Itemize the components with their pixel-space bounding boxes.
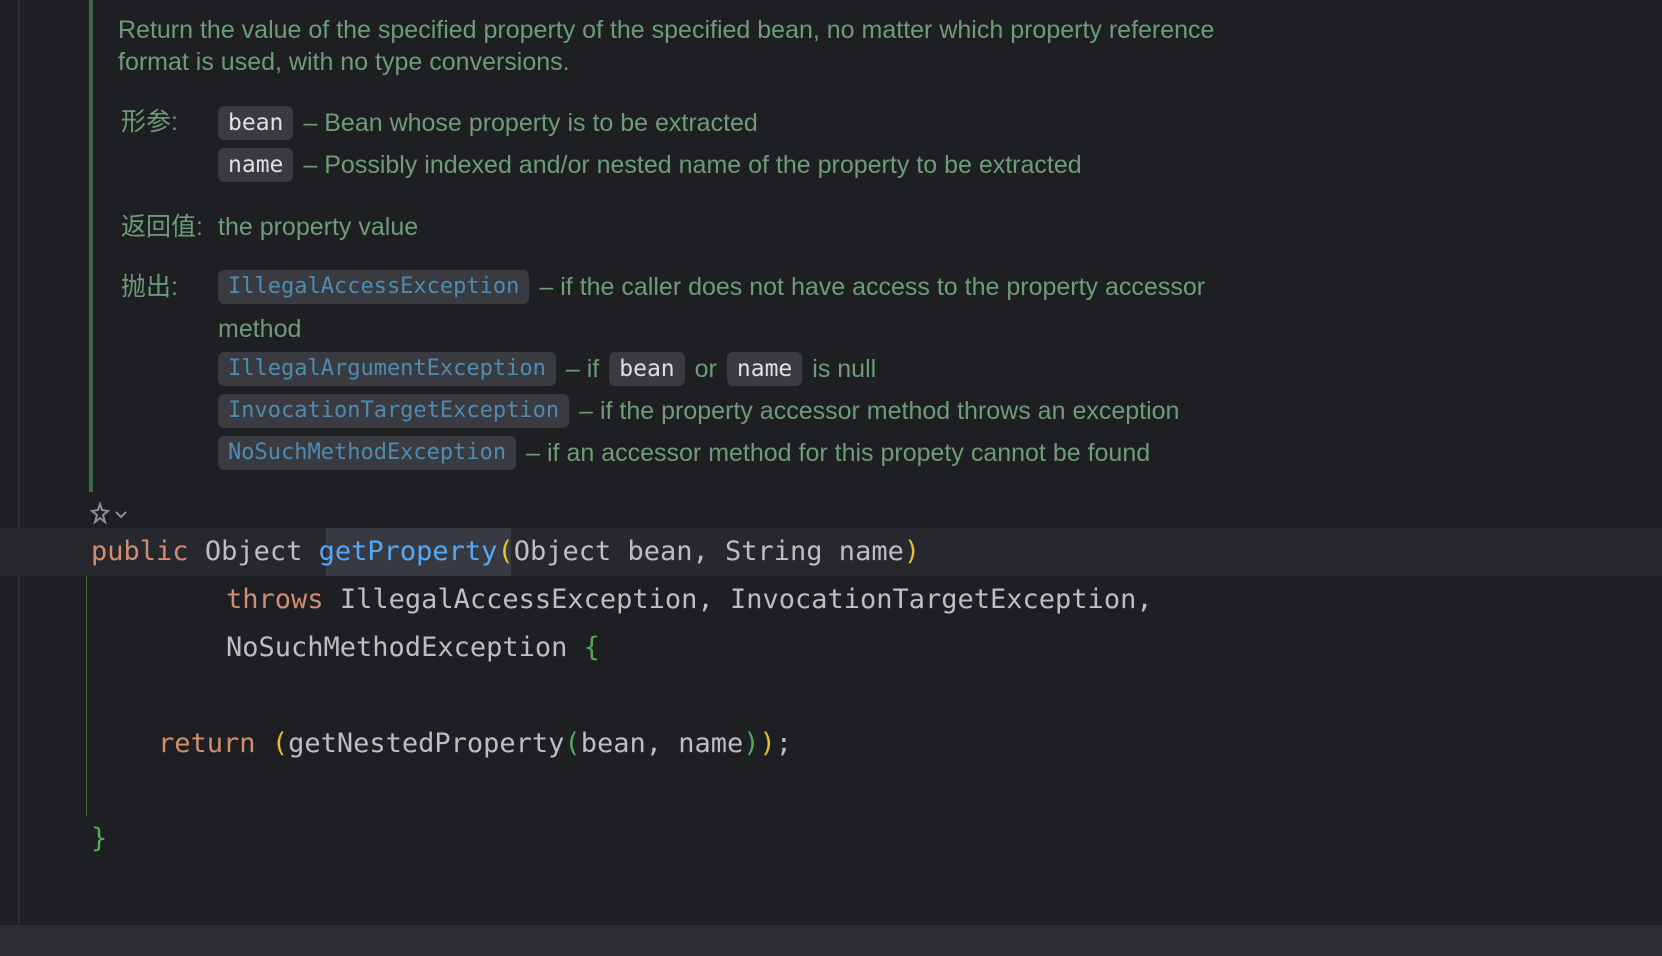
doc-description-line1: Return the value of the specified proper… bbox=[118, 16, 1215, 44]
throws-desc-suffix: is null bbox=[812, 354, 877, 383]
paren: ( bbox=[564, 728, 581, 759]
ai-assistant-icon bbox=[89, 502, 111, 525]
horizontal-scrollbar[interactable] bbox=[0, 925, 1662, 956]
exception-link[interactable]: IllegalAccessException bbox=[218, 270, 530, 304]
throws-row-no-such-method: NoSuchMethodException – if an accessor m… bbox=[218, 434, 1150, 472]
throws-row-illegal-argument: IllegalArgumentException – if bean or na… bbox=[218, 350, 876, 388]
code-line-throws[interactable]: throws IllegalAccessException, Invocatio… bbox=[226, 581, 1153, 619]
throws-desc-continuation: method bbox=[218, 315, 302, 343]
keyword: public bbox=[91, 536, 189, 567]
code-chip: name bbox=[726, 352, 803, 386]
exception-link[interactable]: InvocationTargetException bbox=[218, 394, 570, 428]
throws-desc-mid: or bbox=[694, 354, 717, 383]
paren: ( bbox=[271, 728, 289, 759]
throws-desc: – if an accessor method for this propety… bbox=[526, 438, 1151, 467]
semicolon: ; bbox=[775, 728, 793, 759]
keyword: throws bbox=[226, 584, 324, 615]
exception-link[interactable]: IllegalArgumentException bbox=[218, 352, 556, 386]
exception-list: NoSuchMethodException bbox=[226, 632, 568, 663]
params-label: 形参: bbox=[121, 108, 178, 136]
returns-text: the property value bbox=[218, 213, 419, 241]
param-desc: – Possibly indexed and/or nested name of… bbox=[303, 150, 1082, 179]
param-desc: – Bean whose property is to be extracted bbox=[303, 108, 758, 137]
exception-link[interactable]: NoSuchMethodException bbox=[218, 436, 517, 470]
chevron-down-icon bbox=[115, 511, 127, 519]
code-line-method-signature[interactable]: public Object getProperty(Object bean, S… bbox=[91, 533, 920, 571]
throws-label: 抛出: bbox=[121, 273, 178, 301]
throws-desc: – if the property accessor method throws… bbox=[579, 396, 1180, 425]
return-type: Object bbox=[204, 536, 303, 567]
paren: ( bbox=[497, 536, 514, 567]
doc-comment-bar bbox=[89, 0, 93, 492]
method-name[interactable]: getProperty bbox=[319, 536, 498, 567]
paren: ) bbox=[759, 728, 776, 759]
throws-row-invocation-target: InvocationTargetException – if the prope… bbox=[218, 392, 1179, 430]
method-call: getNestedProperty bbox=[288, 728, 565, 759]
parameters: Object bean, String name bbox=[513, 536, 904, 567]
returns-label: 返回值: bbox=[121, 213, 203, 241]
code-chip: bean bbox=[609, 352, 685, 386]
keyword: return bbox=[158, 728, 256, 759]
throws-desc: – if the caller does not have access to … bbox=[539, 272, 1206, 301]
throws-desc-prefix: – if bbox=[565, 354, 600, 383]
param-row-name: name – Possibly indexed and/or nested na… bbox=[218, 146, 1082, 184]
paren: ) bbox=[903, 536, 921, 567]
arguments: bean, name bbox=[580, 728, 744, 759]
code-line-closing-brace[interactable]: } bbox=[91, 820, 107, 858]
brace: } bbox=[91, 823, 108, 854]
param-name-chip: bean bbox=[218, 106, 294, 140]
throws-row-illegal-access: IllegalAccessException – if the caller d… bbox=[218, 268, 1205, 306]
ai-assistant-button[interactable] bbox=[88, 500, 132, 528]
code-line-throws-cont[interactable]: NoSuchMethodException { bbox=[226, 629, 600, 667]
brace: { bbox=[583, 632, 600, 663]
paren: ) bbox=[743, 728, 760, 759]
param-name-chip: name bbox=[218, 148, 294, 182]
exception-list: IllegalAccessException, InvocationTarget… bbox=[339, 584, 1153, 615]
code-editor[interactable]: Return the value of the specified proper… bbox=[0, 0, 1662, 956]
gutter-divider bbox=[18, 0, 20, 925]
param-row-bean: bean – Bean whose property is to be extr… bbox=[218, 104, 758, 142]
code-line-return[interactable]: return (getNestedProperty(bean, name)); bbox=[158, 725, 792, 763]
indent-guide bbox=[86, 576, 87, 816]
doc-description-line2: format is used, with no type conversions… bbox=[118, 48, 570, 76]
